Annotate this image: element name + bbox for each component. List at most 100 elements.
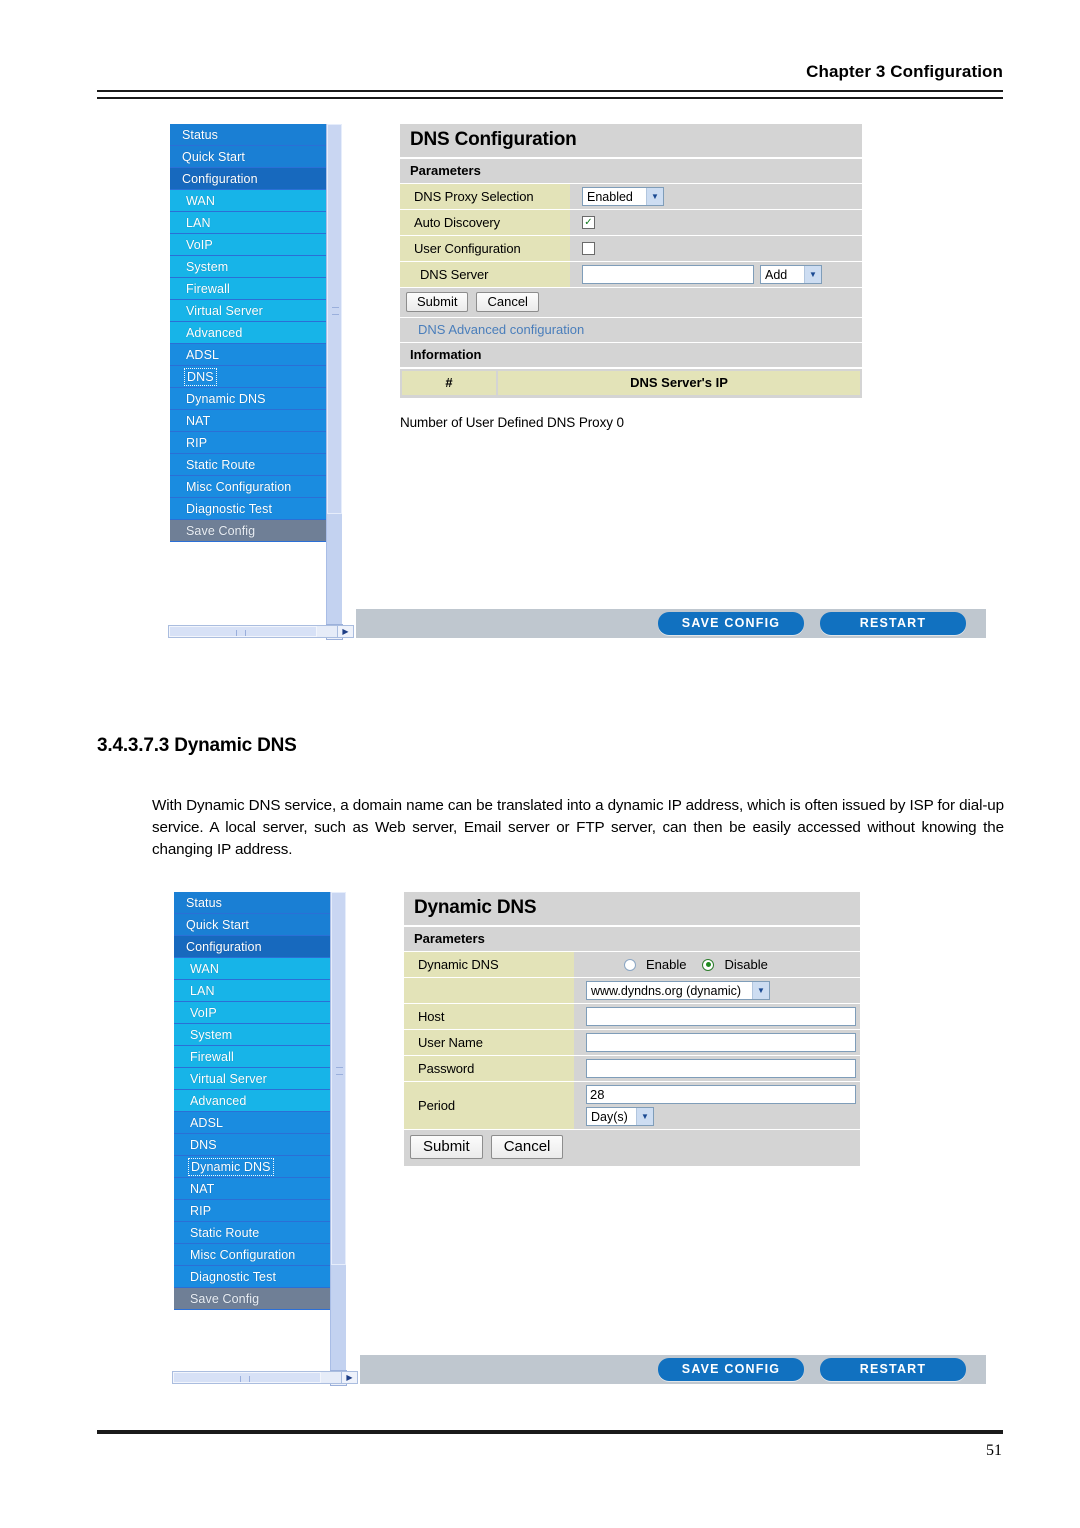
sidebar-item-label: Virtual Server bbox=[186, 304, 263, 318]
sidebar-item-lan[interactable]: LAN bbox=[170, 212, 342, 234]
scrollbar-grip-icon bbox=[336, 1067, 343, 1076]
sidebar-item-system[interactable]: System bbox=[170, 256, 342, 278]
password-input[interactable] bbox=[586, 1059, 856, 1078]
chevron-down-icon: ▼ bbox=[636, 1108, 653, 1125]
sidebar-menu[interactable]: Status Quick Start Configuration WAN LAN VoIP… bbox=[174, 892, 346, 1310]
sidebar-item-diagnostic-test[interactable]: Diagnostic Test bbox=[174, 1266, 346, 1288]
radio-enable[interactable] bbox=[624, 958, 636, 971]
cancel-button[interactable]: Cancel bbox=[476, 292, 539, 312]
sidebar-item-label: RIP bbox=[190, 1204, 212, 1218]
sidebar-item-label: Static Route bbox=[186, 458, 256, 472]
radio-disable[interactable] bbox=[702, 958, 715, 971]
control-auto-discovery: ✓ bbox=[572, 210, 862, 235]
label-username: User Name bbox=[404, 1030, 576, 1055]
sidebar-item-nat[interactable]: NAT bbox=[174, 1178, 346, 1200]
host-input[interactable] bbox=[586, 1007, 856, 1026]
sidebar-item-save-config[interactable]: Save Config bbox=[174, 1288, 346, 1310]
sidebar-item-label: LAN bbox=[186, 216, 211, 230]
sidebar-item-dynamic-dns[interactable]: Dynamic DNS bbox=[170, 388, 342, 410]
sidebar-item-rip[interactable]: RIP bbox=[170, 432, 342, 454]
restart-button[interactable]: RESTART bbox=[820, 1358, 966, 1381]
label-dynamic-dns: Dynamic DNS bbox=[404, 952, 576, 977]
sidebar-item-status[interactable]: Status bbox=[174, 892, 346, 914]
sidebar-item-label: WAN bbox=[186, 194, 215, 208]
sidebar-item-system[interactable]: System bbox=[174, 1024, 346, 1046]
sidebar-item-configuration[interactable]: Configuration bbox=[170, 168, 342, 190]
sidebar-item-dns[interactable]: DNS bbox=[170, 366, 342, 388]
row-host: Host bbox=[404, 1004, 860, 1030]
sidebar-item-static-route[interactable]: Static Route bbox=[170, 454, 342, 476]
sidebar-item-lan[interactable]: LAN bbox=[174, 980, 346, 1002]
save-config-button[interactable]: SAVE CONFIG bbox=[658, 612, 804, 635]
sidebar-item-status[interactable]: Status bbox=[170, 124, 342, 146]
sidebar-item-label: Advanced bbox=[186, 326, 243, 340]
sidebar-item-adsl[interactable]: ADSL bbox=[170, 344, 342, 366]
sidebar-menu[interactable]: Status Quick Start Configuration WAN LAN VoIP… bbox=[170, 124, 342, 542]
sidebar-item-dynamic-dns[interactable]: Dynamic DNS bbox=[174, 1156, 346, 1178]
scrollbar-thumb[interactable] bbox=[327, 124, 342, 514]
cancel-button[interactable]: Cancel bbox=[490, 1135, 564, 1159]
hscrollbar-thumb[interactable] bbox=[173, 1372, 321, 1383]
sidebar-item-voip[interactable]: VoIP bbox=[170, 234, 342, 256]
sidebar-item-advanced[interactable]: Advanced bbox=[174, 1090, 346, 1112]
sidebar-item-label: Virtual Server bbox=[190, 1072, 267, 1086]
hscrollbar-thumb[interactable] bbox=[169, 626, 317, 637]
submit-button[interactable]: Submit bbox=[410, 1135, 483, 1159]
sidebar-item-misc-configuration[interactable]: Misc Configuration bbox=[174, 1244, 346, 1266]
sidebar-vertical-scrollbar[interactable]: ▼ bbox=[330, 892, 347, 1386]
sidebar-item-label: Status bbox=[182, 128, 219, 142]
scroll-right-arrow-icon[interactable]: ▶ bbox=[341, 1372, 357, 1383]
period-input[interactable]: 28 bbox=[586, 1085, 856, 1104]
sidebar-horizontal-scrollbar[interactable]: ▶ bbox=[168, 625, 354, 638]
sidebar-horizontal-scrollbar[interactable]: ▶ bbox=[172, 1371, 358, 1384]
page-header: Chapter 3 Configuration bbox=[97, 62, 1003, 82]
sidebar-item-misc-configuration[interactable]: Misc Configuration bbox=[170, 476, 342, 498]
sidebar-item-quick-start[interactable]: Quick Start bbox=[170, 146, 342, 168]
parameters-heading: Parameters bbox=[404, 927, 860, 952]
label-provider-empty bbox=[404, 978, 576, 1003]
sidebar-item-wan[interactable]: WAN bbox=[174, 958, 346, 980]
sidebar-item-nat[interactable]: NAT bbox=[170, 410, 342, 432]
dns-proxy-selection-select[interactable]: Enabled ▼ bbox=[582, 187, 664, 206]
username-input[interactable] bbox=[586, 1033, 856, 1052]
hscrollbar-grip-icon bbox=[240, 1376, 250, 1382]
sidebar-item-advanced[interactable]: Advanced bbox=[170, 322, 342, 344]
sidebar-item-wan[interactable]: WAN bbox=[170, 190, 342, 212]
dns-server-input[interactable] bbox=[582, 265, 754, 284]
sidebar-item-save-config[interactable]: Save Config bbox=[170, 520, 342, 542]
sidebar-vertical-scrollbar[interactable]: ▼ bbox=[326, 124, 343, 640]
label-dns-server: DNS Server bbox=[400, 262, 572, 287]
dns-advanced-configuration-link[interactable]: DNS Advanced configuration bbox=[400, 318, 862, 343]
sidebar-item-firewall[interactable]: Firewall bbox=[174, 1046, 346, 1068]
sidebar-item-rip[interactable]: RIP bbox=[174, 1200, 346, 1222]
sidebar-item-quick-start[interactable]: Quick Start bbox=[174, 914, 346, 936]
sidebar-item-label: DNS bbox=[184, 368, 217, 386]
sidebar-item-adsl[interactable]: ADSL bbox=[174, 1112, 346, 1134]
sidebar-item-label: WAN bbox=[190, 962, 219, 976]
auto-discovery-checkbox[interactable]: ✓ bbox=[582, 216, 595, 229]
save-config-button[interactable]: SAVE CONFIG bbox=[658, 1358, 804, 1381]
scrollbar-grip-icon bbox=[332, 307, 339, 316]
sidebar-item-virtual-server[interactable]: Virtual Server bbox=[174, 1068, 346, 1090]
submit-button[interactable]: Submit bbox=[406, 292, 469, 312]
period-unit-select[interactable]: Day(s) ▼ bbox=[586, 1107, 654, 1126]
sidebar-item-configuration[interactable]: Configuration bbox=[174, 936, 346, 958]
chevron-down-icon: ▼ bbox=[646, 188, 663, 205]
sidebar-item-label: LAN bbox=[190, 984, 215, 998]
sidebar-item-voip[interactable]: VoIP bbox=[174, 1002, 346, 1024]
scrollbar-thumb[interactable] bbox=[331, 892, 346, 1265]
provider-select[interactable]: www.dyndns.org (dynamic) ▼ bbox=[586, 981, 770, 1000]
sidebar-item-label: Configuration bbox=[182, 172, 258, 186]
sidebar-item-firewall[interactable]: Firewall bbox=[170, 278, 342, 300]
sidebar-item-virtual-server[interactable]: Virtual Server bbox=[170, 300, 342, 322]
dns-server-action-select[interactable]: Add ▼ bbox=[760, 265, 822, 284]
sidebar-item-label: Advanced bbox=[190, 1094, 247, 1108]
sidebar-item-static-route[interactable]: Static Route bbox=[174, 1222, 346, 1244]
sidebar-item-dns[interactable]: DNS bbox=[174, 1134, 346, 1156]
user-configuration-checkbox[interactable] bbox=[582, 242, 595, 255]
scroll-right-arrow-icon[interactable]: ▶ bbox=[337, 626, 353, 637]
restart-button[interactable]: RESTART bbox=[820, 612, 966, 635]
sidebar-item-diagnostic-test[interactable]: Diagnostic Test bbox=[170, 498, 342, 520]
form-actions-1: Submit Cancel bbox=[400, 288, 862, 318]
control-password bbox=[576, 1056, 860, 1081]
